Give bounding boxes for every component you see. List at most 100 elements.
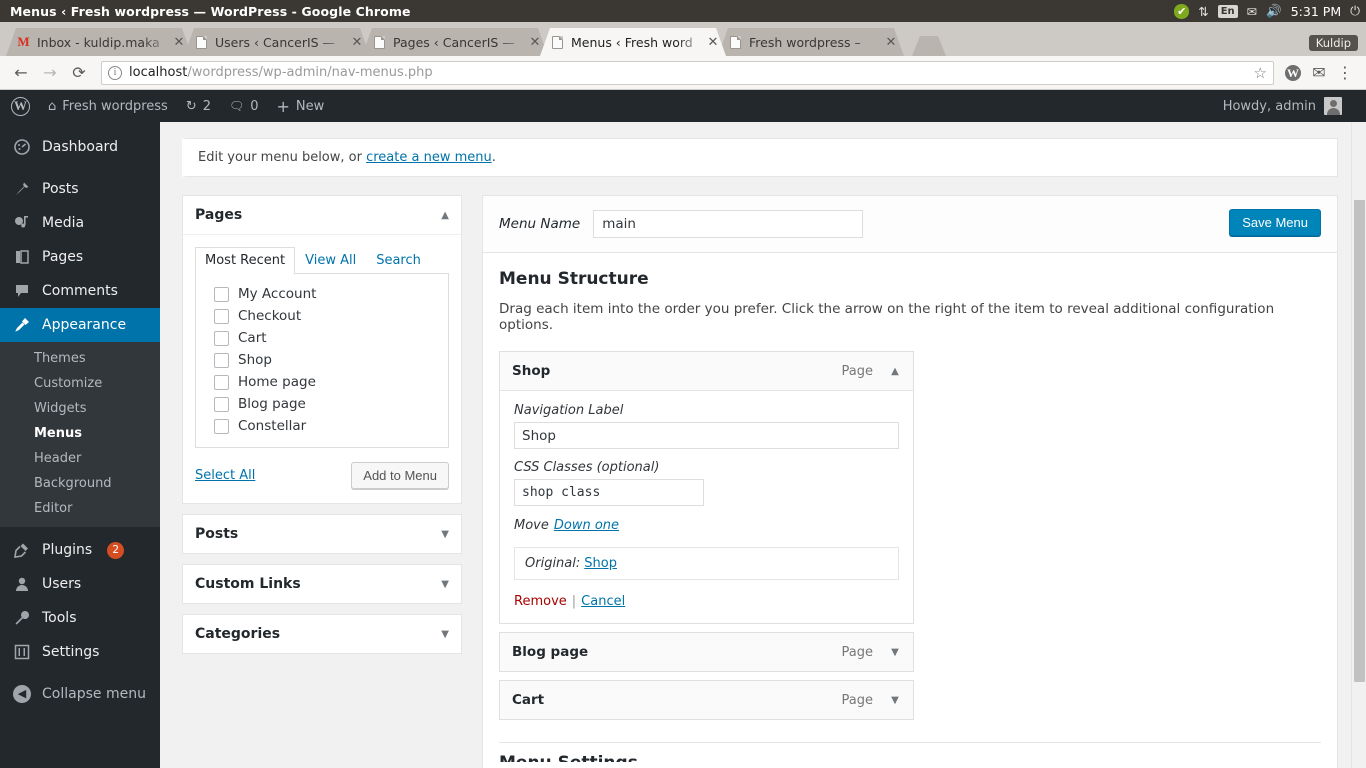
sidebar-item-widgets[interactable]: Widgets xyxy=(0,396,160,421)
network-icon[interactable]: ⇅ xyxy=(1198,4,1208,19)
remove-link[interactable]: Remove xyxy=(514,594,567,609)
mail-icon[interactable]: ✉ xyxy=(1247,4,1257,19)
browser-profile-chip[interactable]: Kuldip xyxy=(1308,35,1358,51)
site-info-icon[interactable]: i xyxy=(108,65,122,80)
metabox-categories[interactable]: Categories ▼ xyxy=(182,614,462,654)
my-account-button[interactable]: Howdy, admin xyxy=(1223,90,1346,122)
list-item[interactable]: Constellar xyxy=(206,415,438,437)
metabox-categories-header[interactable]: Categories ▼ xyxy=(183,615,461,653)
original-link[interactable]: Shop xyxy=(584,556,617,571)
checkbox[interactable] xyxy=(214,308,229,324)
checkbox[interactable] xyxy=(214,330,229,346)
wp-logo-button[interactable]: W xyxy=(0,90,39,122)
save-menu-button[interactable]: Save Menu xyxy=(1229,209,1321,236)
page-scrollbar[interactable]: ▼ xyxy=(1351,122,1366,768)
sidebar-item-themes[interactable]: Themes xyxy=(0,346,160,371)
close-icon[interactable]: ✕ xyxy=(172,36,186,49)
menu-item-blog-page[interactable]: Blog page Page ▼ xyxy=(499,632,914,672)
site-name-button[interactable]: ⌂ Fresh wordpress xyxy=(39,90,177,122)
chrome-menu-icon[interactable]: ⋮ xyxy=(1332,60,1358,86)
browser-tab[interactable]: Users ‹ CancerIS — ✕ xyxy=(184,28,370,56)
close-icon[interactable]: ✕ xyxy=(884,36,898,49)
new-content-button[interactable]: + New xyxy=(268,90,334,122)
nav-label-input[interactable] xyxy=(514,422,899,449)
collapse-menu-button[interactable]: ◀ Collapse menu xyxy=(0,677,160,711)
address-bar[interactable]: i localhost/wordpress/wp-admin/nav-menus… xyxy=(101,60,1274,85)
browser-tab[interactable]: M Inbox - kuldip.maka ✕ xyxy=(6,28,192,56)
new-tab-button[interactable] xyxy=(912,36,946,56)
power-icon[interactable]: ⏻ xyxy=(1350,3,1360,19)
chevron-up-icon[interactable]: ▲ xyxy=(889,366,901,377)
list-item[interactable]: Cart xyxy=(206,327,438,349)
sidebar-item-users[interactable]: Users xyxy=(0,567,160,601)
close-icon[interactable]: ✕ xyxy=(528,36,542,49)
chevron-up-icon[interactable]: ▲ xyxy=(441,210,449,221)
close-icon[interactable]: ✕ xyxy=(706,36,720,49)
bookmark-star-icon[interactable]: ☆ xyxy=(1254,64,1267,82)
reload-icon[interactable]: ⟳ xyxy=(66,60,92,86)
sidebar-item-customize[interactable]: Customize xyxy=(0,371,160,396)
browser-tab[interactable]: Pages ‹ CancerIS — ✕ xyxy=(362,28,548,56)
chevron-down-icon[interactable]: ▼ xyxy=(441,529,449,540)
menu-item-header[interactable]: Blog page Page ▼ xyxy=(500,633,913,671)
metabox-posts[interactable]: Posts ▼ xyxy=(182,514,462,554)
sidebar-item-dashboard[interactable]: Dashboard xyxy=(0,130,160,164)
chevron-down-icon[interactable]: ▼ xyxy=(441,579,449,590)
tab-most-recent[interactable]: Most Recent xyxy=(195,247,296,274)
sidebar-item-background[interactable]: Background xyxy=(0,471,160,496)
comments-button[interactable]: 🗨 0 xyxy=(220,90,268,122)
back-icon[interactable]: ← xyxy=(8,60,34,86)
sidebar-item-editor[interactable]: Editor xyxy=(0,496,160,521)
tab-search[interactable]: Search xyxy=(366,247,431,274)
menu-item-header[interactable]: Cart Page ▼ xyxy=(500,681,913,719)
sidebar-item-header[interactable]: Header xyxy=(0,446,160,471)
metabox-custom-links[interactable]: Custom Links ▼ xyxy=(182,564,462,604)
metabox-custom-links-header[interactable]: Custom Links ▼ xyxy=(183,565,461,603)
metabox-pages-header[interactable]: Pages ▲ xyxy=(183,196,461,235)
sidebar-item-media[interactable]: Media xyxy=(0,206,160,240)
tab-view-all[interactable]: View All xyxy=(295,247,366,274)
chevron-down-icon[interactable]: ▼ xyxy=(889,695,901,706)
browser-tab-active[interactable]: Menus ‹ Fresh word ✕ xyxy=(540,28,726,56)
checkbox[interactable] xyxy=(214,374,229,390)
chevron-down-icon[interactable]: ▼ xyxy=(889,647,901,658)
add-to-menu-button[interactable]: Add to Menu xyxy=(351,462,449,489)
menu-item-cart[interactable]: Cart Page ▼ xyxy=(499,680,914,720)
checkbox[interactable] xyxy=(214,418,229,434)
move-down-one-link[interactable]: Down one xyxy=(554,518,619,533)
mail-extension-icon[interactable]: ✉ xyxy=(1306,60,1332,86)
scrollbar-thumb[interactable] xyxy=(1354,200,1365,682)
update-check-icon[interactable]: ✔ xyxy=(1174,3,1190,19)
sidebar-item-pages[interactable]: Pages xyxy=(0,240,160,274)
select-all-link[interactable]: Select All xyxy=(195,468,255,483)
sidebar-item-comments[interactable]: Comments xyxy=(0,274,160,308)
sidebar-item-tools[interactable]: Tools xyxy=(0,601,160,635)
checkbox[interactable] xyxy=(214,396,229,412)
list-item[interactable]: Blog page xyxy=(206,393,438,415)
metabox-posts-header[interactable]: Posts ▼ xyxy=(183,515,461,553)
forward-icon[interactable]: → xyxy=(37,60,63,86)
wordpress-extension-icon[interactable]: W xyxy=(1280,60,1306,86)
language-indicator[interactable]: En xyxy=(1217,4,1238,18)
updates-button[interactable]: ↻ 2 xyxy=(177,90,220,122)
sidebar-item-plugins[interactable]: Plugins 2 xyxy=(0,533,160,567)
create-new-menu-link[interactable]: create a new menu xyxy=(366,150,492,165)
sidebar-item-appearance[interactable]: Appearance xyxy=(0,308,160,342)
css-classes-input[interactable] xyxy=(514,479,704,506)
menu-name-input[interactable] xyxy=(593,210,864,238)
sidebar-item-posts[interactable]: Posts xyxy=(0,172,160,206)
sidebar-item-menus[interactable]: Menus xyxy=(0,421,160,446)
checkbox[interactable] xyxy=(214,286,229,302)
list-item[interactable]: My Account xyxy=(206,283,438,305)
clock[interactable]: 5:31 PM xyxy=(1291,4,1341,19)
sidebar-item-settings[interactable]: Settings xyxy=(0,635,160,669)
browser-tab[interactable]: Fresh wordpress – ✕ xyxy=(718,28,904,56)
checkbox[interactable] xyxy=(214,352,229,368)
list-item[interactable]: Home page xyxy=(206,371,438,393)
list-item[interactable]: Checkout xyxy=(206,305,438,327)
volume-icon[interactable]: 🔊 xyxy=(1266,3,1282,19)
chevron-down-icon[interactable]: ▼ xyxy=(441,629,449,640)
close-icon[interactable]: ✕ xyxy=(350,36,364,49)
menu-item-header[interactable]: Shop Page ▲ xyxy=(500,352,913,391)
list-item[interactable]: Shop xyxy=(206,349,438,371)
